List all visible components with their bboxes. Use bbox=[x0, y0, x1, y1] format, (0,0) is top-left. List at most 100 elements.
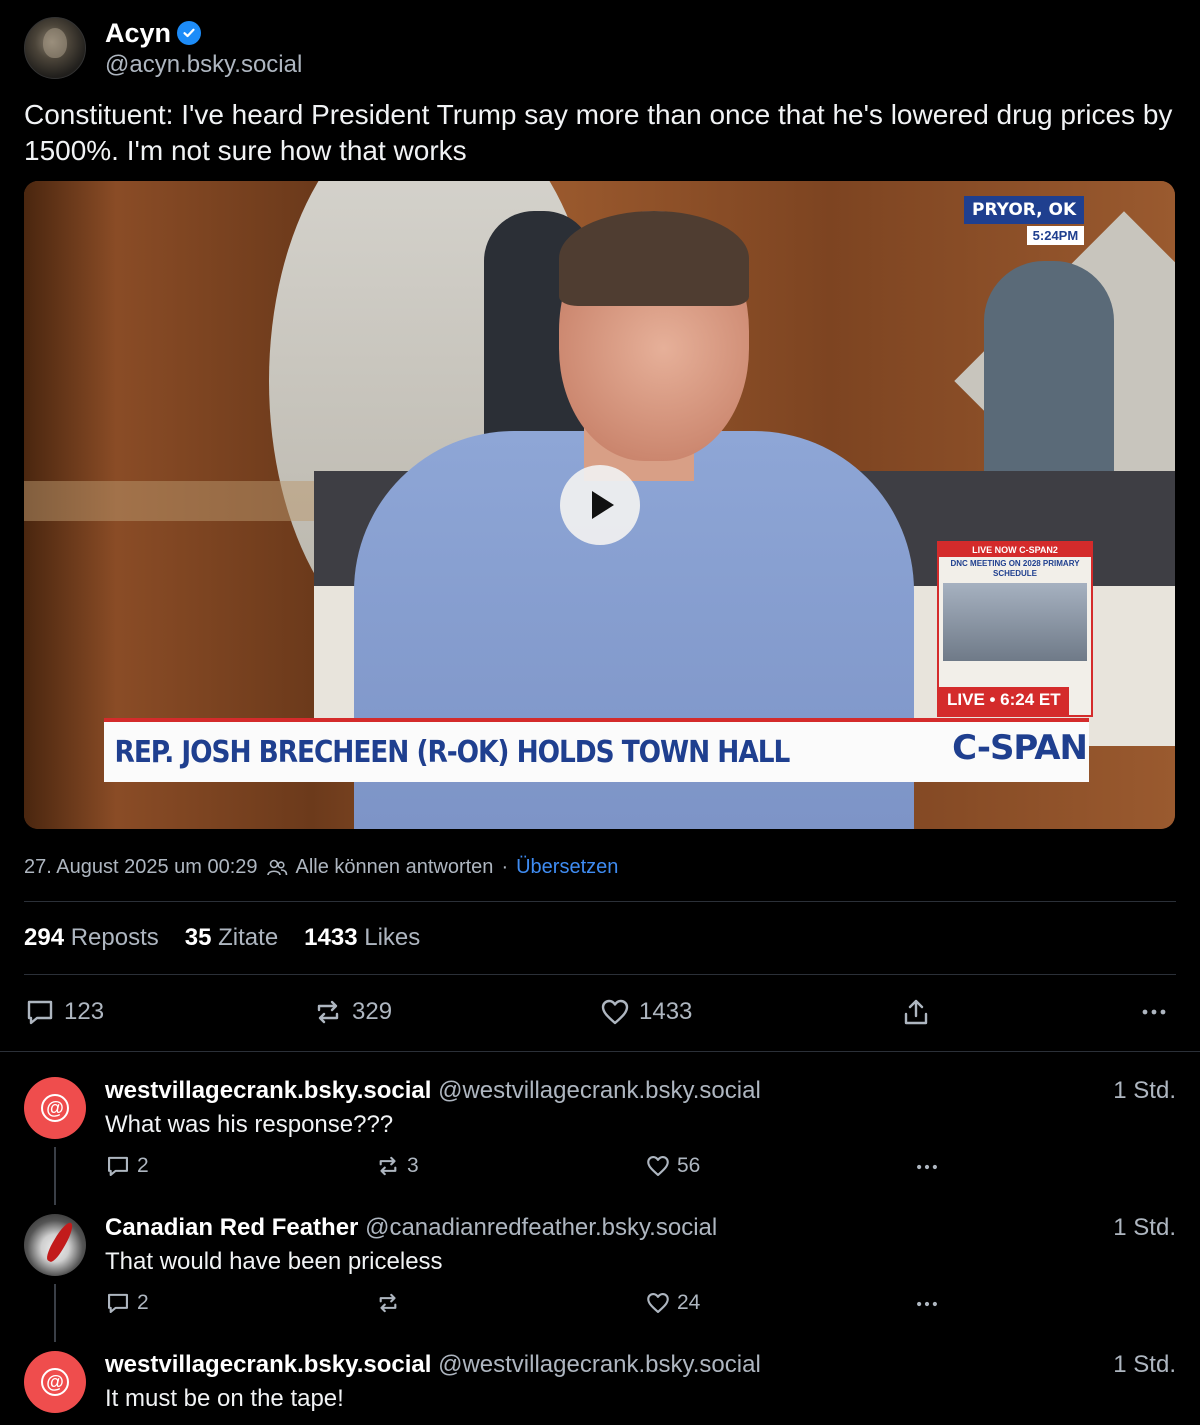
like-button[interactable]: 1433 bbox=[599, 996, 692, 1028]
video-inset-title: LIVE NOW C-SPAN2 bbox=[939, 543, 1091, 557]
reply-author-handle[interactable]: @westvillagecrank.bsky.social bbox=[438, 1077, 761, 1104]
repost-count: 329 bbox=[352, 998, 393, 1025]
author-name-row[interactable]: Acyn bbox=[105, 18, 302, 49]
reply-button[interactable]: 2 bbox=[105, 1290, 149, 1316]
reply-author-name[interactable]: westvillagecrank.bsky.social bbox=[105, 1077, 431, 1104]
likes-count: 1433 bbox=[304, 924, 358, 951]
reply-header: westvillagecrank.bsky.social @westvillag… bbox=[105, 1351, 761, 1379]
reply-author-name[interactable]: westvillagecrank.bsky.social bbox=[105, 1351, 431, 1378]
quotes-stat[interactable]: 35 Zitate bbox=[185, 924, 278, 952]
divider bbox=[0, 1051, 1200, 1052]
reply-text: It must be on the tape! bbox=[105, 1385, 344, 1412]
more-options-button[interactable] bbox=[913, 1153, 941, 1181]
like-button[interactable]: 56 bbox=[645, 1153, 700, 1179]
video-speaker-hair bbox=[559, 211, 749, 306]
repost-button[interactable] bbox=[375, 1290, 407, 1316]
video-background-person bbox=[984, 261, 1114, 501]
video-player[interactable]: PRYOR, OK 5:24PM LIVE NOW C-SPAN2 DNC ME… bbox=[24, 181, 1175, 829]
author-name[interactable]: Acyn bbox=[105, 18, 171, 49]
more-options-button[interactable] bbox=[913, 1290, 941, 1318]
translate-link[interactable]: Übersetzen bbox=[516, 856, 618, 879]
post-actions: 123 329 1433 bbox=[24, 996, 1176, 1032]
author-handle[interactable]: @acyn.bsky.social bbox=[105, 51, 302, 79]
reply-button[interactable]: 2 bbox=[105, 1153, 149, 1179]
author-block: Acyn @acyn.bsky.social bbox=[105, 18, 302, 79]
reply-actions: 2 3 56 bbox=[105, 1153, 1105, 1181]
reply-setting: Alle können antworten bbox=[295, 856, 494, 878]
repost-icon bbox=[317, 1000, 339, 1024]
video-lower-third-text: REP. JOSH BRECHEEN (R-OK) HOLDS TOWN HAL… bbox=[114, 734, 791, 770]
divider bbox=[24, 974, 1176, 975]
comment-icon bbox=[27, 1000, 53, 1025]
reply-time[interactable]: 1 Std. bbox=[1113, 1214, 1176, 1242]
reply-count: 2 bbox=[137, 1154, 149, 1177]
reply-item[interactable]: Canadian Red Feather @canadianredfeather… bbox=[24, 1214, 1176, 1344]
avatar[interactable] bbox=[24, 1214, 86, 1276]
reply-author-name[interactable]: Canadian Red Feather bbox=[105, 1214, 358, 1241]
thread-line bbox=[54, 1284, 56, 1342]
reply-author-handle[interactable]: @westvillagecrank.bsky.social bbox=[438, 1351, 761, 1378]
reposts-count: 294 bbox=[24, 924, 65, 951]
reply-count: 2 bbox=[137, 1291, 149, 1314]
likes-label: Likes bbox=[364, 924, 421, 951]
video-location: PRYOR, OK bbox=[964, 196, 1085, 224]
reply-actions: 2 24 bbox=[105, 1290, 1105, 1318]
post-stats: 294 Reposts 35 Zitate 1433 Likes bbox=[24, 924, 420, 952]
reply-author-handle[interactable]: @canadianredfeather.bsky.social bbox=[365, 1214, 717, 1241]
video-live-label: LIVE • 6:24 ET bbox=[939, 687, 1069, 715]
video-location-time: 5:24PM bbox=[1026, 226, 1085, 245]
avatar[interactable] bbox=[24, 17, 86, 79]
quotes-label: Zitate bbox=[218, 924, 279, 951]
divider bbox=[24, 901, 1176, 902]
reply-header: Canadian Red Feather @canadianredfeather… bbox=[105, 1214, 717, 1242]
at-sign-icon: @ bbox=[41, 1368, 69, 1396]
avatar[interactable]: @ bbox=[24, 1077, 86, 1139]
like-button[interactable]: 24 bbox=[645, 1290, 700, 1316]
repost-button[interactable]: 3 bbox=[375, 1153, 419, 1179]
reply-header: westvillagecrank.bsky.social @westvillag… bbox=[105, 1077, 761, 1105]
ellipsis-icon bbox=[917, 1301, 937, 1307]
video-inset-subtitle: DNC MEETING ON 2028 PRIMARY SCHEDULE bbox=[950, 559, 1080, 578]
reply-text: That would have been priceless bbox=[105, 1248, 443, 1275]
reply-time[interactable]: 1 Std. bbox=[1113, 1351, 1176, 1379]
reply-button[interactable]: 123 bbox=[24, 996, 104, 1028]
play-icon bbox=[592, 491, 614, 519]
video-location-bug: PRYOR, OK 5:24PM bbox=[964, 196, 1085, 245]
repost-button[interactable]: 329 bbox=[312, 996, 392, 1028]
comment-icon bbox=[108, 1293, 128, 1313]
at-sign-icon: @ bbox=[41, 1094, 69, 1122]
post-meta: 27. August 2025 um 00:29 Alle können ant… bbox=[24, 856, 618, 879]
ellipsis-icon bbox=[917, 1164, 937, 1170]
repost-icon bbox=[379, 1293, 397, 1313]
share-icon bbox=[904, 999, 928, 1025]
post-timestamp[interactable]: 27. August 2025 um 00:29 bbox=[24, 856, 258, 879]
people-icon bbox=[266, 859, 287, 875]
verified-badge-icon bbox=[177, 21, 202, 45]
post-header: Acyn @acyn.bsky.social bbox=[24, 16, 302, 80]
post-text: Constituent: I've heard President Trump … bbox=[24, 99, 1173, 166]
repost-icon bbox=[379, 1156, 397, 1176]
likes-stat[interactable]: 1433 Likes bbox=[304, 924, 420, 952]
like-count: 24 bbox=[677, 1291, 701, 1314]
video-network-logo: C-SPAN bbox=[952, 728, 1088, 768]
heart-icon bbox=[647, 1293, 669, 1313]
reply-time[interactable]: 1 Std. bbox=[1113, 1077, 1176, 1105]
reply-count: 123 bbox=[64, 998, 105, 1025]
reply-item[interactable]: @ westvillagecrank.bsky.social @westvill… bbox=[24, 1077, 1176, 1207]
reposts-stat[interactable]: 294 Reposts bbox=[24, 924, 159, 952]
meta-separator: · bbox=[501, 856, 509, 878]
repost-count: 3 bbox=[407, 1154, 419, 1177]
heart-icon bbox=[647, 1156, 669, 1176]
comment-icon bbox=[108, 1156, 128, 1176]
share-button[interactable] bbox=[900, 996, 932, 1028]
more-options-button[interactable] bbox=[1138, 996, 1170, 1028]
ellipsis-icon bbox=[1142, 1009, 1166, 1015]
heart-icon bbox=[601, 999, 629, 1025]
play-button[interactable] bbox=[560, 465, 640, 545]
quotes-count: 35 bbox=[184, 924, 212, 951]
like-count: 56 bbox=[677, 1154, 701, 1177]
reply-item[interactable]: @ westvillagecrank.bsky.social @westvill… bbox=[24, 1351, 1176, 1425]
video-lower-third: REP. JOSH BRECHEEN (R-OK) HOLDS TOWN HAL… bbox=[104, 718, 1089, 782]
reply-text: What was his response??? bbox=[105, 1111, 394, 1138]
avatar[interactable]: @ bbox=[24, 1351, 86, 1413]
